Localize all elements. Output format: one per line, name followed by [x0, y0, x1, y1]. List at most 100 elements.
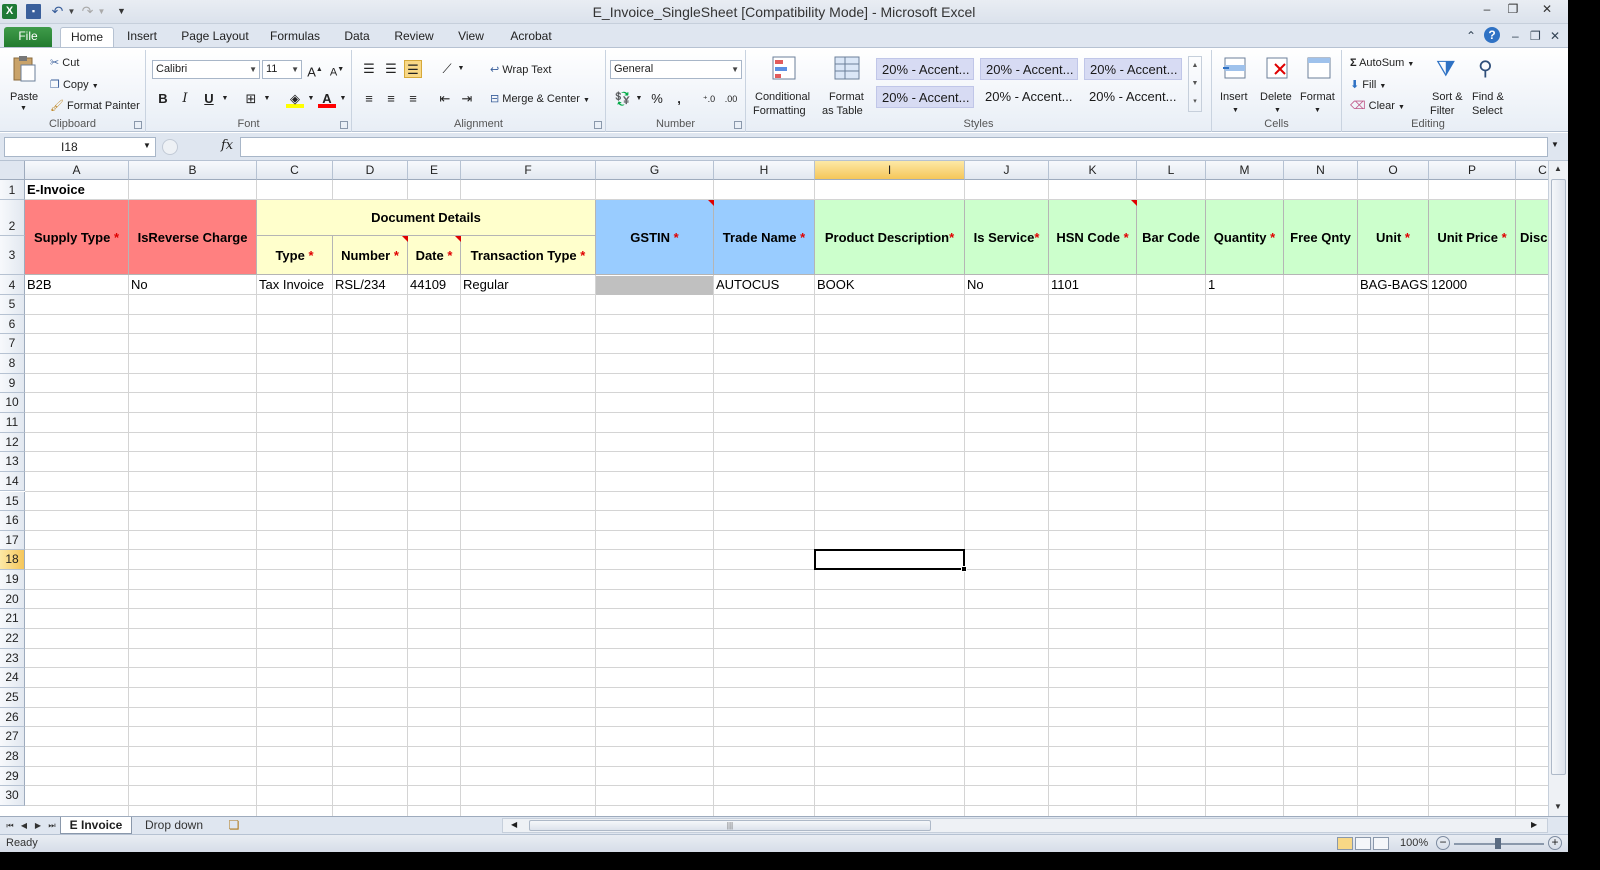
tab-insert[interactable]: Insert — [120, 27, 164, 48]
format-cells-button[interactable]: Format ▼ — [1298, 52, 1340, 116]
row-header[interactable]: 30 — [0, 786, 25, 806]
cell-d4[interactable]: RSL/234 — [333, 275, 408, 295]
row-header[interactable]: 12 — [0, 432, 25, 453]
copy-button[interactable]: ❐ Copy ▼ — [50, 78, 99, 94]
workbook-close-icon[interactable]: ✕ — [1550, 29, 1560, 43]
help-icon[interactable]: ? — [1484, 27, 1500, 43]
number-format-select[interactable]: General ▼ — [610, 60, 742, 79]
page-layout-view-button[interactable] — [1355, 837, 1371, 850]
comment-indicator[interactable] — [402, 236, 408, 242]
wrap-text-button[interactable]: ↩ Wrap Text — [490, 63, 551, 77]
row-header[interactable]: 26 — [0, 707, 25, 728]
cell-e4[interactable]: 44109 — [408, 275, 461, 295]
row-header[interactable]: 1 — [0, 180, 25, 200]
autosum-button[interactable]: Σ AutoSum ▼ — [1350, 56, 1414, 72]
scroll-down-icon[interactable]: ▼ — [1554, 802, 1562, 811]
cell-p4[interactable]: 12000 — [1429, 275, 1516, 295]
font-name-select[interactable]: Calibri ▼ — [152, 60, 260, 79]
cell-f4[interactable]: Regular — [461, 275, 596, 295]
increase-decimal-icon[interactable]: ⁺.0 — [700, 90, 718, 108]
font-launcher-icon[interactable] — [340, 121, 348, 129]
row-header[interactable]: 3 — [0, 236, 25, 275]
decrease-decimal-icon[interactable]: .00 — [722, 90, 740, 108]
header-is-reverse-charge[interactable]: IsReverse Charge — [129, 200, 257, 275]
comment-indicator[interactable] — [455, 236, 461, 242]
zoom-in-button[interactable]: + — [1548, 836, 1562, 850]
row-header[interactable]: 16 — [0, 511, 25, 531]
header-trade-name[interactable]: Trade Name * — [714, 200, 815, 275]
row-header[interactable]: 23 — [0, 648, 25, 669]
scroll-up-icon[interactable]: ▲ — [1554, 164, 1562, 173]
tab-home[interactable]: Home — [60, 27, 114, 48]
prev-sheet-icon[interactable]: ◀ — [18, 819, 30, 832]
column-header[interactable]: K — [1049, 161, 1137, 180]
column-header[interactable]: P — [1429, 161, 1516, 180]
column-header[interactable]: M — [1206, 161, 1284, 180]
style-accent-2[interactable]: 20% - Accent... — [980, 58, 1078, 80]
decrease-indent-icon[interactable]: ⇤ — [436, 90, 454, 108]
row-header[interactable]: 27 — [0, 727, 25, 747]
font-size-select[interactable]: 11 ▼ — [262, 60, 302, 79]
row-header[interactable]: 14 — [0, 471, 25, 492]
header-quantity[interactable]: Quantity * — [1206, 200, 1284, 275]
comment-indicator[interactable] — [708, 200, 714, 206]
align-right-icon[interactable]: ≡ — [404, 90, 422, 108]
percent-button[interactable]: % — [648, 90, 666, 108]
column-header[interactable]: L — [1137, 161, 1206, 180]
next-sheet-icon[interactable]: ▶ — [32, 819, 44, 832]
select-all-corner[interactable] — [0, 161, 25, 180]
scroll-left-icon[interactable]: ◀ — [511, 820, 517, 829]
vertical-scrollbar[interactable]: ▲ ▼ — [1548, 161, 1568, 816]
zoom-slider-thumb[interactable] — [1495, 838, 1501, 849]
row-header[interactable]: 19 — [0, 570, 25, 590]
header-document-details[interactable]: Document Details — [257, 200, 596, 236]
header-unit-price[interactable]: Unit Price * — [1429, 200, 1516, 275]
paste-button[interactable]: Paste ▼ — [6, 52, 42, 114]
restore-button[interactable]: ❐ — [1500, 1, 1526, 17]
row-header[interactable]: 6 — [0, 314, 25, 335]
row-header[interactable]: 10 — [0, 393, 25, 413]
cell-h4[interactable]: AUTOCUS — [714, 275, 815, 295]
row-header[interactable]: 15 — [0, 491, 25, 512]
row-header[interactable]: 25 — [0, 688, 25, 708]
header-type[interactable]: Type * — [257, 236, 333, 275]
underline-dropdown-icon[interactable]: ▼ — [216, 90, 234, 108]
column-header[interactable]: J — [965, 161, 1049, 180]
sheet-tab-drop-down[interactable]: Drop down — [134, 817, 214, 834]
horizontal-scroll-thumb[interactable]: ||| — [529, 820, 931, 831]
conditional-formatting-button[interactable]: Conditional Formatting — [750, 52, 820, 117]
column-header[interactable]: C — [257, 161, 333, 180]
style-accent-6[interactable]: 20% - Accent... — [1084, 86, 1182, 108]
orientation-dropdown-icon[interactable]: ▼ — [452, 60, 470, 78]
clear-button[interactable]: ⌫ Clear ▼ — [1350, 99, 1405, 115]
formula-cancel-icon[interactable] — [162, 139, 178, 155]
first-sheet-icon[interactable]: ⏮ — [4, 819, 16, 832]
workbook-minimize-icon[interactable]: – — [1512, 29, 1519, 43]
row-header[interactable]: 4 — [0, 275, 25, 295]
shrink-font-button[interactable]: A▼ — [328, 61, 346, 79]
column-header[interactable]: C — [1516, 161, 1548, 180]
zoom-level[interactable]: 100% — [1400, 837, 1428, 849]
column-header[interactable]: D — [333, 161, 408, 180]
style-accent-3[interactable]: 20% - Accent... — [1084, 58, 1182, 80]
name-box-dropdown-icon[interactable]: ▼ — [143, 141, 151, 150]
column-header[interactable]: H — [714, 161, 815, 180]
header-disc[interactable]: Disc — [1516, 200, 1548, 275]
currency-dropdown-icon[interactable]: ▼ — [630, 90, 648, 108]
workbook-restore-icon[interactable]: ❐ — [1530, 29, 1541, 43]
italic-button[interactable]: I — [176, 90, 194, 108]
cut-button[interactable]: ✂ Cut — [50, 56, 79, 70]
close-button[interactable]: ✕ — [1526, 1, 1568, 17]
spreadsheet-grid[interactable]: ABCDEFGHIJKLMNOPC 1 2 3 4 5 6 7 8 9 10 11 12 13 14 15 1… — [0, 161, 1548, 816]
row-header[interactable]: 2 — [0, 200, 25, 236]
row-header[interactable]: 21 — [0, 609, 25, 630]
column-header[interactable]: B — [129, 161, 257, 180]
vertical-scroll-thumb[interactable] — [1551, 179, 1566, 775]
tab-data[interactable]: Data — [338, 27, 376, 48]
row-header[interactable]: 11 — [0, 412, 25, 433]
row-header[interactable]: 24 — [0, 668, 25, 688]
column-header[interactable]: A — [25, 161, 129, 180]
cell-o4[interactable]: BAG-BAGS — [1358, 275, 1429, 295]
cell-j4[interactable]: No — [965, 275, 1049, 295]
number-launcher-icon[interactable] — [734, 121, 742, 129]
